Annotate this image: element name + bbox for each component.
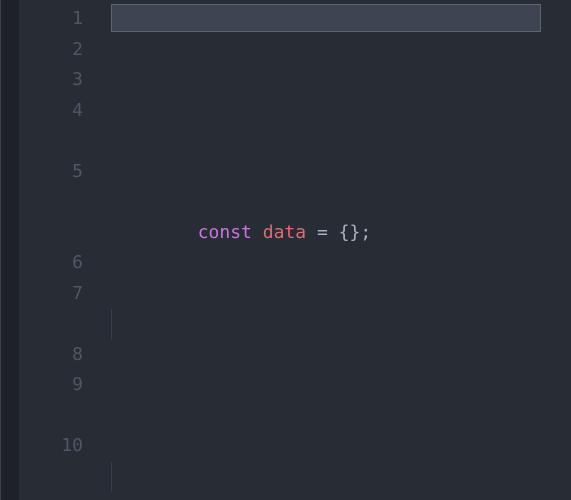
line-number: 1: [19, 4, 83, 35]
line-number: 10: [19, 431, 83, 462]
line-number: 6: [19, 248, 83, 279]
code-line[interactable]: const data = {};: [111, 157, 571, 188]
line-number: 9: [19, 370, 83, 431]
line-number-gutter: 1 2 3 4 5 6 7 8 9 10: [19, 0, 111, 500]
line-number: 2: [19, 35, 83, 66]
line-number: 3: [19, 65, 83, 96]
code-line[interactable]: gdjs.__Supabase.cl: [111, 462, 571, 493]
code-area[interactable]: const data = {}; gdjs.__Supabase.cl .fro…: [111, 0, 571, 500]
code-line[interactable]: [111, 309, 571, 340]
line-number: 4: [19, 96, 83, 157]
selection-highlight: [111, 4, 541, 32]
line-number: 5: [19, 157, 83, 249]
identifier-data: data: [263, 222, 306, 243]
code-editor[interactable]: 1 2 3 4 5 6 7 8 9 10 const data = {}; gd…: [0, 0, 571, 500]
keyword-const: const: [198, 222, 252, 243]
line-number: 7: [19, 279, 83, 340]
editor-left-margin: [1, 0, 19, 500]
line-number: 8: [19, 340, 83, 371]
